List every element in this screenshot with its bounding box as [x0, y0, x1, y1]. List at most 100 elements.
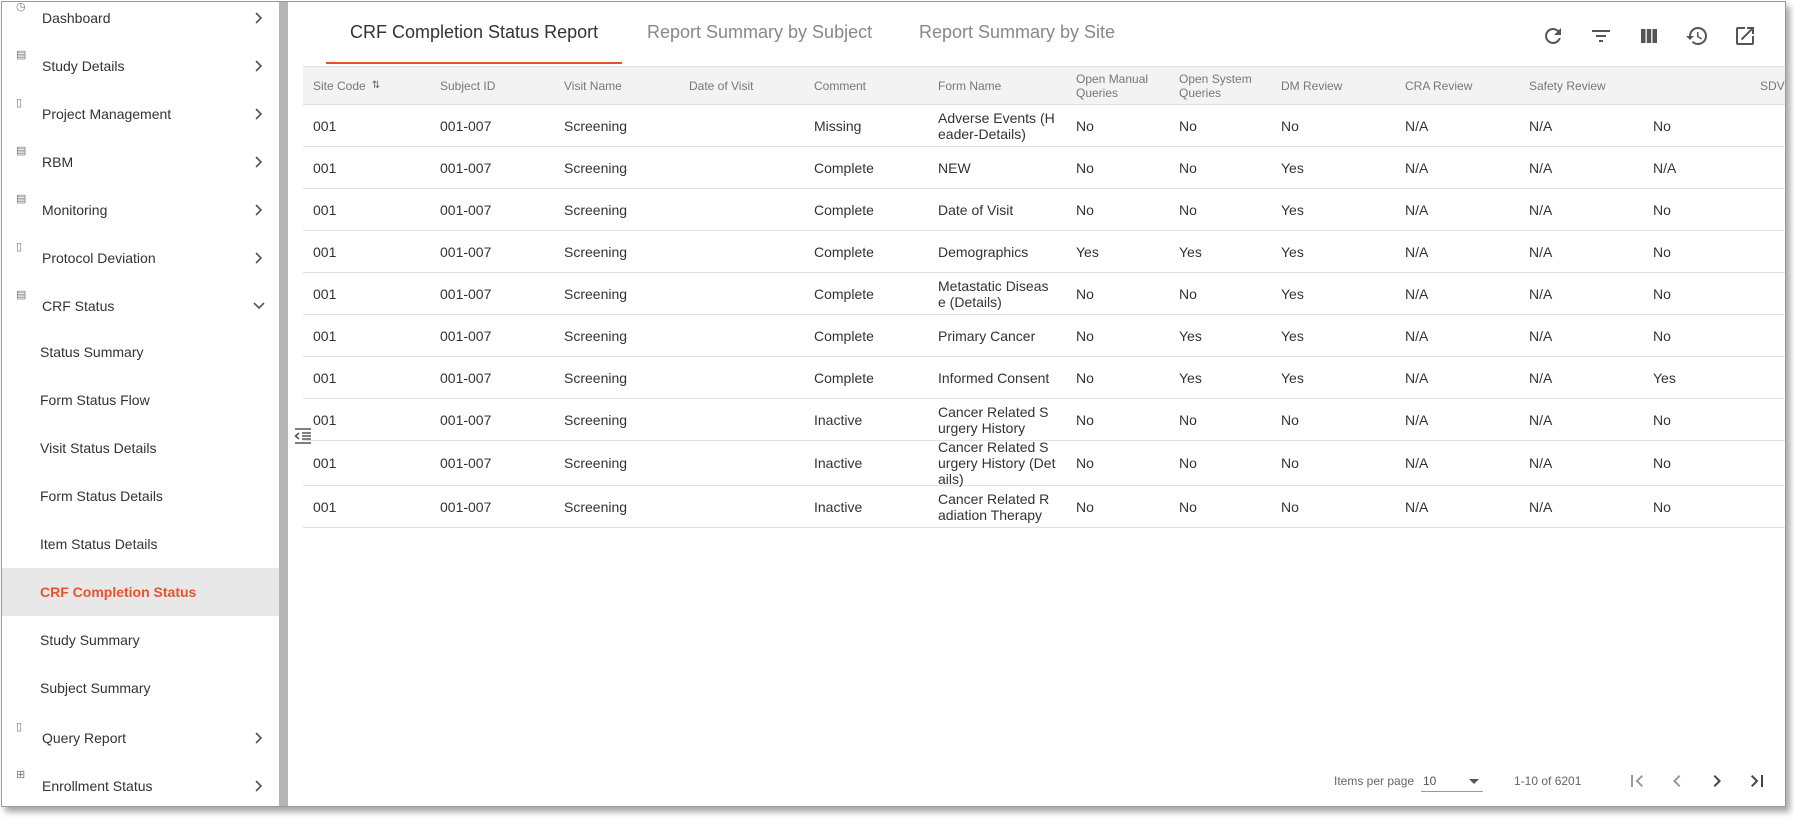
chevron-right-icon	[252, 779, 266, 793]
sidebar-item-rbm[interactable]: ▤ RBM	[2, 138, 279, 186]
cell-form-name: Date of Visit	[938, 201, 1014, 218]
sidebar-item-query-report[interactable]: ▯ Query Report	[2, 714, 279, 762]
sidebar-item-label: RBM	[42, 154, 74, 170]
sidebar-item-label: Dashboard	[42, 10, 111, 26]
cell-cra-review: N/A	[1405, 201, 1429, 218]
tab-report-summary-by-subject[interactable]: Report Summary by Subject	[647, 22, 872, 43]
table-row[interactable]: 001 001-007 Screening Missing Adverse Events…	[303, 105, 1785, 147]
sidebar-item-monitoring[interactable]: ▤ Monitoring	[2, 186, 279, 234]
active-tab-indicator	[326, 62, 622, 64]
tab-report-summary-by-site[interactable]: Report Summary by Site	[919, 22, 1115, 43]
previous-page-icon[interactable]	[1665, 769, 1689, 793]
cell-open-system-queries: No	[1179, 285, 1197, 302]
cell-open-manual-queries: No	[1076, 201, 1094, 218]
column-header-sdv[interactable]: SDV	[1760, 67, 1785, 105]
column-header-subject-id[interactable]: Subject ID	[440, 67, 495, 105]
cell-visit-name: Screening	[564, 327, 628, 344]
column-header-label: Site Code	[313, 79, 366, 93]
cell-comment: Complete	[814, 243, 874, 260]
column-header-cra-review[interactable]: CRA Review	[1405, 67, 1472, 105]
column-header-site-code[interactable]: Site Code ⇅	[313, 67, 380, 105]
sidebar-scrollbar[interactable]	[279, 2, 288, 806]
columns-icon[interactable]	[1637, 24, 1661, 48]
cell-safety-review: N/A	[1529, 201, 1553, 218]
chevron-right-icon	[252, 203, 266, 217]
cell-cra-review: N/A	[1405, 455, 1429, 471]
column-header-open-system-queries[interactable]: Open System Queries	[1179, 67, 1259, 105]
sidebar-subitem-study-summary[interactable]: Study Summary	[2, 616, 279, 664]
cell-sdv: No	[1653, 498, 1671, 515]
cell-comment: Inactive	[814, 411, 863, 428]
history-icon[interactable]	[1685, 24, 1709, 48]
sidebar-subitem-status-summary[interactable]: Status Summary	[2, 328, 279, 376]
cell-dm-review: Yes	[1281, 201, 1304, 218]
last-page-icon[interactable]	[1745, 769, 1769, 793]
cell-cra-review: N/A	[1405, 243, 1429, 260]
open-external-icon[interactable]	[1733, 24, 1757, 48]
sidebar-subitem-label: Visit Status Details	[40, 440, 157, 456]
sidebar-subitem-visit-status-details[interactable]: Visit Status Details	[2, 424, 279, 472]
sidebar-subitem-form-status-flow[interactable]: Form Status Flow	[2, 376, 279, 424]
table-row[interactable]: 001 001-007 Screening Inactive Cancer Relate…	[303, 399, 1785, 441]
table-row[interactable]: 001 001-007 Screening Inactive Cancer Relate…	[303, 439, 1785, 487]
column-header-dm-review[interactable]: DM Review	[1281, 67, 1342, 105]
table-row[interactable]: 001 001-007 Screening Complete Metastatic Di…	[303, 273, 1785, 315]
cell-form-name: Adverse Events (Header-Details)	[938, 109, 1055, 142]
sidebar-subitem-form-status-details[interactable]: Form Status Details	[2, 472, 279, 520]
cell-site-code: 001	[313, 285, 337, 302]
sidebar-subitem-label: Status Summary	[40, 344, 144, 360]
app-window: ◷ Dashboard ▤ Study Details ▯ Project Ma…	[1, 1, 1786, 807]
cell-site-code: 001	[313, 117, 337, 134]
column-header-safety-review[interactable]: Safety Review	[1529, 67, 1606, 105]
sidebar-item-label: Project Management	[42, 106, 172, 122]
sidebar-item-enrollment-status[interactable]: ⊞ Enrollment Status	[2, 762, 279, 806]
cell-open-manual-queries: Yes	[1076, 243, 1099, 260]
page-size-select[interactable]: 10	[1421, 770, 1483, 792]
tab-crf-completion-status-report[interactable]: CRF Completion Status Report	[350, 22, 598, 43]
column-header-visit-name[interactable]: Visit Name	[564, 67, 622, 105]
cell-cra-review: N/A	[1405, 327, 1429, 344]
table-row[interactable]: 001 001-007 Screening Inactive Cancer Relate…	[303, 486, 1785, 528]
page-range-label: 1-10 of 6201	[1514, 774, 1582, 788]
filter-icon[interactable]	[1589, 24, 1613, 48]
column-header-form-name[interactable]: Form Name	[938, 67, 1001, 105]
table-row[interactable]: 001 001-007 Screening Complete Primary Cance…	[303, 315, 1785, 357]
cell-dm-review: Yes	[1281, 285, 1304, 302]
crf-status-icon: ▤	[16, 289, 27, 301]
cell-open-system-queries: Yes	[1179, 369, 1202, 386]
table-row[interactable]: 001 001-007 Screening Complete Informed Cons…	[303, 357, 1785, 399]
cell-cra-review: N/A	[1405, 369, 1429, 386]
sidebar: ◷ Dashboard ▤ Study Details ▯ Project Ma…	[2, 2, 279, 806]
sort-icon[interactable]: ⇅	[372, 79, 380, 93]
cell-cra-review: N/A	[1405, 117, 1429, 134]
sidebar-item-protocol-deviation[interactable]: ▯ Protocol Deviation	[2, 234, 279, 282]
column-header-open-manual-queries[interactable]: Open Manual Queries	[1076, 67, 1156, 105]
cell-safety-review: N/A	[1529, 117, 1553, 134]
cell-subject-id: 001-007	[440, 159, 492, 176]
cell-open-system-queries: No	[1179, 201, 1197, 218]
sidebar-item-dashboard[interactable]: ◷ Dashboard	[2, 2, 279, 42]
protocol-deviation-icon: ▯	[16, 241, 23, 253]
sidebar-subitem-crf-completion-status[interactable]: CRF Completion Status	[2, 568, 279, 616]
sidebar-item-crf-status[interactable]: ▤ CRF Status	[2, 282, 279, 330]
cell-dm-review: Yes	[1281, 243, 1304, 260]
sidebar-subitem-subject-summary[interactable]: Subject Summary	[2, 664, 279, 712]
sidebar-subitem-label: Item Status Details	[40, 536, 158, 552]
table-row[interactable]: 001 001-007 Screening Complete Date of Visit…	[303, 189, 1785, 231]
column-header-comment[interactable]: Comment	[814, 67, 866, 105]
cell-sdv: No	[1653, 243, 1671, 260]
refresh-icon[interactable]	[1541, 24, 1565, 48]
table-row[interactable]: 001 001-007 Screening Complete NEW No No Yes N/A…	[303, 147, 1785, 189]
table-row[interactable]: 001 001-007 Screening Complete Demographics Y…	[303, 231, 1785, 273]
chevron-right-icon	[252, 107, 266, 121]
next-page-icon[interactable]	[1705, 769, 1729, 793]
cell-form-name: Cancer Related Surgery History (Details)	[938, 439, 1056, 487]
cell-dm-review: Yes	[1281, 327, 1304, 344]
sidebar-item-project-management[interactable]: ▯ Project Management	[2, 90, 279, 138]
cell-visit-name: Screening	[564, 411, 628, 428]
first-page-icon[interactable]	[1625, 769, 1649, 793]
sidebar-item-study-details[interactable]: ▤ Study Details	[2, 42, 279, 90]
column-header-date-of-visit[interactable]: Date of Visit	[689, 67, 753, 105]
sidebar-subitem-item-status-details[interactable]: Item Status Details	[2, 520, 279, 568]
cell-visit-name: Screening	[564, 117, 628, 134]
